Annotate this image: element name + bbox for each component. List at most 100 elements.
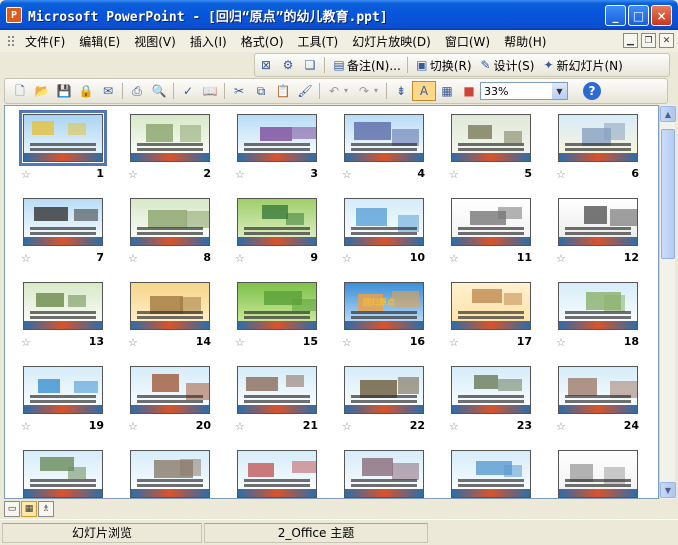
minimize-button[interactable]: _ bbox=[605, 5, 626, 26]
slide-preview-image[interactable] bbox=[451, 450, 531, 498]
slide-preview-image[interactable] bbox=[237, 198, 317, 246]
slide-thumbnail-28[interactable] bbox=[338, 448, 445, 498]
slide-preview-image[interactable] bbox=[130, 450, 210, 498]
slide-thumbnail-12[interactable]: ☆ 12 bbox=[552, 196, 658, 280]
doc-minimize-button[interactable]: ▁ bbox=[623, 33, 638, 48]
slide-thumbnail-27[interactable] bbox=[231, 448, 338, 498]
slide-thumbnail-18[interactable]: ☆ 18 bbox=[552, 280, 658, 364]
menu-format[interactable]: 格式(O) bbox=[234, 33, 291, 50]
slide-preview-image[interactable] bbox=[130, 282, 210, 330]
slide-preview-image[interactable] bbox=[344, 114, 424, 162]
permission-button[interactable]: 🔒 bbox=[75, 81, 97, 101]
slide-preview-image[interactable] bbox=[237, 114, 317, 162]
slide-preview-image[interactable] bbox=[130, 198, 210, 246]
slide-sorter-pane[interactable]: ☆ 1 ☆ 2 ☆ 3 ☆ 4 ☆ 5 ☆ 6 ☆ 7 ☆ 8 ☆ 9 ☆ 10 ☆ 11 ☆ 12 ☆ 13 ☆ 14 ☆ 15 回归原点… bbox=[4, 105, 659, 499]
menu-help[interactable]: 帮助(H) bbox=[497, 33, 553, 50]
slide-thumbnail-23[interactable]: ☆ 23 bbox=[445, 364, 552, 448]
slide-thumbnail-30[interactable] bbox=[552, 448, 658, 498]
slide-thumbnail-13[interactable]: ☆ 13 bbox=[17, 280, 124, 364]
menu-tools[interactable]: 工具(T) bbox=[291, 33, 346, 50]
scroll-thumb[interactable] bbox=[661, 129, 675, 259]
menu-insert[interactable]: 插入(I) bbox=[183, 33, 234, 50]
doc-close-button[interactable]: ✕ bbox=[659, 33, 674, 48]
slide-preview-image[interactable] bbox=[237, 282, 317, 330]
scroll-up-button[interactable]: ▲ bbox=[660, 106, 676, 122]
scroll-down-button[interactable]: ▼ bbox=[660, 482, 676, 498]
animation-star-icon[interactable]: ☆ bbox=[128, 252, 138, 265]
slide-thumbnail-14[interactable]: ☆ 14 bbox=[124, 280, 231, 364]
animation-star-icon[interactable]: ☆ bbox=[342, 420, 352, 433]
slide-thumbnail-15[interactable]: ☆ 15 bbox=[231, 280, 338, 364]
animation-star-icon[interactable]: ☆ bbox=[449, 336, 459, 349]
slide-thumbnail-5[interactable]: ☆ 5 bbox=[445, 112, 552, 196]
slide-thumbnail-21[interactable]: ☆ 21 bbox=[231, 364, 338, 448]
slide-thumbnail-29[interactable] bbox=[445, 448, 552, 498]
maximize-button[interactable]: □ bbox=[628, 5, 649, 26]
slide-preview-image[interactable] bbox=[558, 366, 638, 414]
slide-preview-image[interactable] bbox=[237, 366, 317, 414]
slide-preview-image[interactable] bbox=[23, 282, 103, 330]
doc-restore-button[interactable]: ❐ bbox=[641, 33, 656, 48]
notes-button[interactable]: ▤ 备注(N)... bbox=[328, 55, 404, 75]
summary-slide-button[interactable]: ⚙ bbox=[277, 55, 299, 75]
animation-star-icon[interactable]: ☆ bbox=[556, 168, 566, 181]
slide-preview-image[interactable] bbox=[23, 366, 103, 414]
animation-star-icon[interactable]: ☆ bbox=[235, 420, 245, 433]
slide-thumbnail-16[interactable]: 回归原点 ☆ 16 bbox=[338, 280, 445, 364]
animation-star-icon[interactable]: ☆ bbox=[556, 252, 566, 265]
slide-preview-image[interactable] bbox=[451, 366, 531, 414]
slide-thumbnail-8[interactable]: ☆ 8 bbox=[124, 196, 231, 280]
normal-view-button[interactable]: ▭ bbox=[4, 501, 20, 517]
slide-thumbnail-6[interactable]: ☆ 6 bbox=[552, 112, 658, 196]
slide-preview-image[interactable] bbox=[558, 450, 638, 498]
slide-thumbnail-20[interactable]: ☆ 20 bbox=[124, 364, 231, 448]
animation-star-icon[interactable]: ☆ bbox=[128, 168, 138, 181]
menu-view[interactable]: 视图(V) bbox=[127, 33, 183, 50]
slide-preview-image[interactable] bbox=[23, 450, 103, 498]
menu-window[interactable]: 窗口(W) bbox=[438, 33, 497, 50]
close-button[interactable]: × bbox=[651, 5, 672, 26]
cut-button[interactable]: ✂ bbox=[228, 81, 250, 101]
vertical-scrollbar[interactable]: ▲ ▼ bbox=[659, 105, 676, 499]
slide-thumbnail-19[interactable]: ☆ 19 bbox=[17, 364, 124, 448]
print-button[interactable]: ⎙ bbox=[126, 81, 148, 101]
slide-preview-image[interactable] bbox=[558, 282, 638, 330]
slide-thumbnail-25[interactable] bbox=[17, 448, 124, 498]
rehearse-button[interactable]: ❏ bbox=[299, 55, 321, 75]
show-grid-button[interactable]: ▦ bbox=[436, 81, 458, 101]
help-button[interactable]: ? bbox=[580, 81, 604, 101]
color-grayscale-button[interactable]: ■ bbox=[458, 81, 480, 101]
research-button[interactable]: 📖 bbox=[199, 81, 221, 101]
show-formatting-button[interactable]: A bbox=[412, 81, 436, 101]
slide-thumbnail-26[interactable] bbox=[124, 448, 231, 498]
menu-slideshow[interactable]: 幻灯片放映(D) bbox=[345, 33, 438, 50]
slide-preview-image[interactable] bbox=[451, 198, 531, 246]
slide-preview-image[interactable] bbox=[344, 450, 424, 498]
animation-star-icon[interactable]: ☆ bbox=[342, 252, 352, 265]
slide-thumbnail-10[interactable]: ☆ 10 bbox=[338, 196, 445, 280]
open-button[interactable]: 📂 bbox=[31, 81, 53, 101]
expand-all-button[interactable]: ⇟ bbox=[390, 81, 412, 101]
spelling-button[interactable]: ✓ bbox=[177, 81, 199, 101]
animation-star-icon[interactable]: ☆ bbox=[21, 420, 31, 433]
chevron-down-icon[interactable]: ▼ bbox=[552, 83, 567, 99]
animation-star-icon[interactable]: ☆ bbox=[556, 336, 566, 349]
animation-star-icon[interactable]: ☆ bbox=[235, 168, 245, 181]
slide-preview-image[interactable] bbox=[451, 114, 531, 162]
animation-star-icon[interactable]: ☆ bbox=[449, 420, 459, 433]
slide-preview-image[interactable] bbox=[558, 114, 638, 162]
slide-thumbnail-2[interactable]: ☆ 2 bbox=[124, 112, 231, 196]
email-button[interactable]: ✉ bbox=[97, 81, 119, 101]
hide-slide-button[interactable]: ⊠ bbox=[255, 55, 277, 75]
animation-star-icon[interactable]: ☆ bbox=[235, 252, 245, 265]
animation-star-icon[interactable]: ☆ bbox=[235, 336, 245, 349]
zoom-select[interactable]: 33% ▼ bbox=[480, 82, 568, 100]
slide-thumbnail-17[interactable]: ☆ 17 bbox=[445, 280, 552, 364]
slide-thumbnail-24[interactable]: ☆ 24 bbox=[552, 364, 658, 448]
format-painter-button[interactable]: 🖌 bbox=[294, 81, 316, 101]
slide-preview-image[interactable] bbox=[344, 198, 424, 246]
menu-file[interactable]: 文件(F) bbox=[18, 33, 72, 50]
animation-star-icon[interactable]: ☆ bbox=[21, 252, 31, 265]
new-slide-button[interactable]: ✦ 新幻灯片(N) bbox=[537, 55, 625, 75]
redo-button[interactable]: ↷ ▾ bbox=[353, 81, 383, 101]
